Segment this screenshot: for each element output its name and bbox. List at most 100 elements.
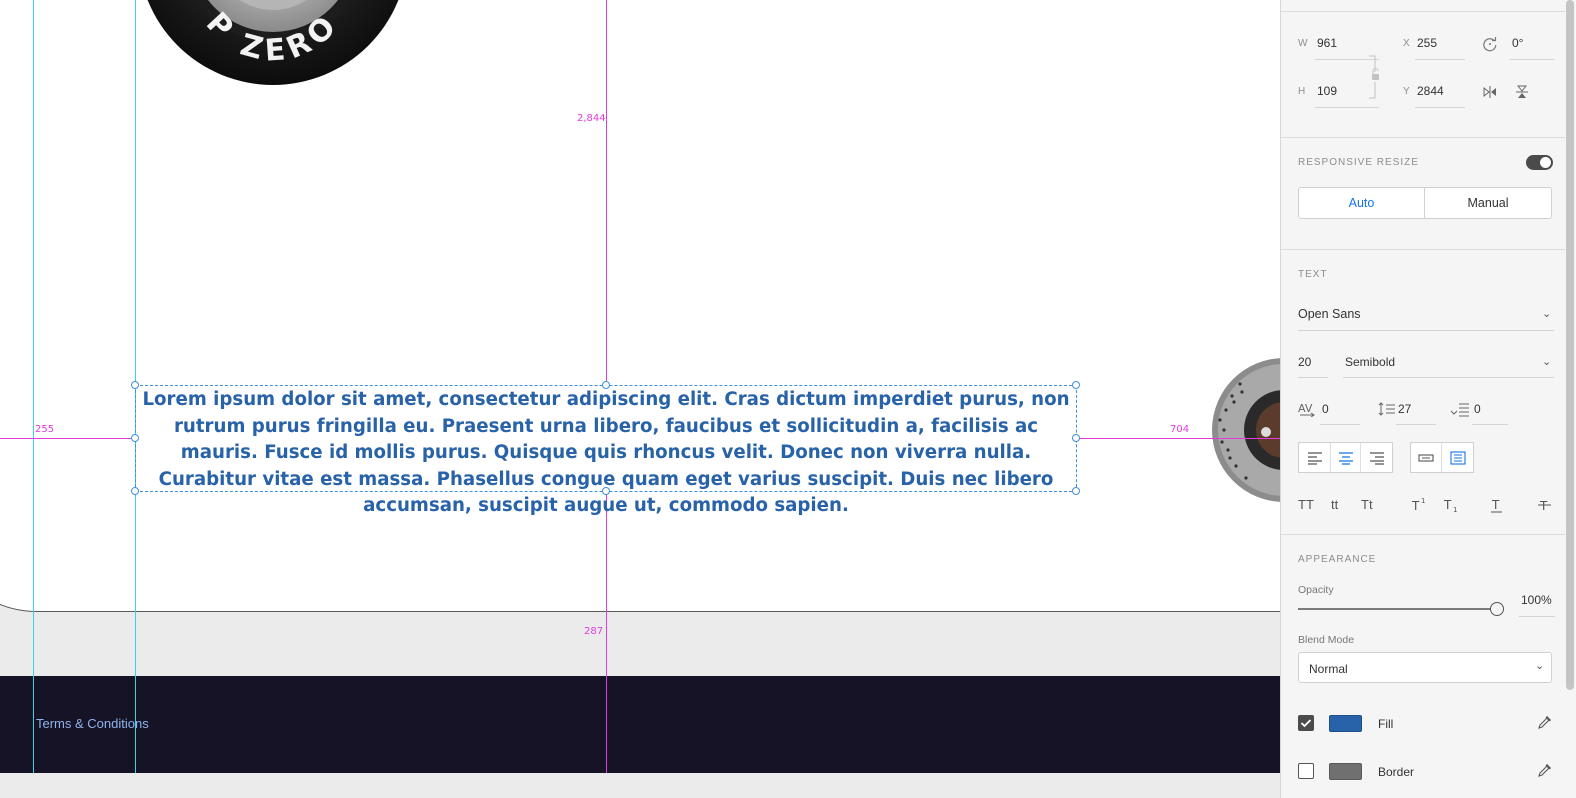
rotate-icon xyxy=(1483,37,1497,52)
selected-text-block[interactable]: Lorem ipsum dolor sit amet, consectetur … xyxy=(135,385,1077,516)
height-field[interactable]: 109 xyxy=(1317,84,1337,98)
resize-auto-button[interactable]: Auto xyxy=(1298,187,1425,219)
measure-label-left: 255 xyxy=(35,424,55,435)
resize-handle-nw[interactable] xyxy=(131,381,139,389)
checkmark-icon xyxy=(1300,719,1312,728)
y-label: Y xyxy=(1403,86,1410,97)
text-alignment-group xyxy=(1298,442,1393,473)
resize-handle-s[interactable] xyxy=(602,487,610,495)
y-field[interactable]: 2844 xyxy=(1417,84,1444,98)
toggle-knob xyxy=(1540,157,1551,168)
border-label: Border xyxy=(1378,765,1415,779)
fill-checkbox[interactable] xyxy=(1298,715,1314,731)
border-color-swatch[interactable] xyxy=(1329,763,1362,780)
line-spacing-icon xyxy=(1378,402,1395,416)
field-underline xyxy=(1510,59,1554,60)
paragraph-spacing-icon xyxy=(1450,403,1469,417)
opacity-slider-thumb[interactable] xyxy=(1490,602,1504,616)
field-underline xyxy=(1298,330,1554,331)
superscript-icon[interactable]: T1 xyxy=(1411,497,1427,513)
align-left-button[interactable] xyxy=(1299,443,1330,472)
chevron-down-icon: ⌄ xyxy=(1535,660,1545,672)
resize-handle-ne[interactable] xyxy=(1072,381,1080,389)
auto-width-icon xyxy=(1418,453,1434,462)
character-spacing-field[interactable]: 0 xyxy=(1322,402,1329,416)
measure-label-bottom: 287 xyxy=(584,626,604,637)
fixed-size-button[interactable] xyxy=(1442,443,1473,472)
opacity-slider-track[interactable] xyxy=(1298,608,1492,610)
text-area-type-group xyxy=(1410,442,1474,473)
x-field[interactable]: 255 xyxy=(1417,36,1437,50)
opacity-label: Opacity xyxy=(1298,584,1334,596)
flip-vertical-icon[interactable] xyxy=(1514,84,1530,100)
appearance-section-title: APPEARANCE xyxy=(1298,554,1377,565)
design-canvas[interactable]: P ZERO Terms & Conditions 2,844 255 704 … xyxy=(0,0,1280,798)
field-underline xyxy=(1343,377,1554,378)
resize-handle-e[interactable] xyxy=(1072,434,1080,442)
resize-handle-sw[interactable] xyxy=(131,487,139,495)
fill-label: Fill xyxy=(1378,717,1394,731)
panel-scrollbar[interactable] xyxy=(1566,0,1574,690)
underline-icon[interactable]: T xyxy=(1489,497,1505,513)
measure-line-top xyxy=(606,0,607,385)
auto-width-button[interactable] xyxy=(1411,443,1442,472)
artboard-card xyxy=(0,0,1280,612)
text-section-title: TEXT xyxy=(1298,269,1328,280)
svg-text:T: T xyxy=(1539,499,1548,513)
x-label: X xyxy=(1403,38,1410,49)
responsive-resize-toggle[interactable] xyxy=(1526,155,1553,170)
line-spacing-field[interactable]: 27 xyxy=(1398,402,1411,416)
fill-color-swatch[interactable] xyxy=(1329,715,1362,732)
svg-text:T: T xyxy=(1443,498,1452,512)
blend-mode-value: Normal xyxy=(1309,662,1348,676)
subscript-icon[interactable]: T1 xyxy=(1443,497,1459,513)
paragraph-spacing-field[interactable]: 0 xyxy=(1474,402,1481,416)
divider xyxy=(1281,11,1565,12)
resize-handle-n[interactable] xyxy=(602,381,610,389)
measure-label-top: 2,844 xyxy=(577,113,606,124)
measure-line-left xyxy=(0,438,135,439)
eyedropper-icon[interactable] xyxy=(1537,762,1553,778)
brake-rotor-image xyxy=(1212,358,1280,502)
chevron-down-icon[interactable]: ⌄ xyxy=(1542,355,1551,368)
lock-aspect-icon[interactable] xyxy=(1367,54,1381,100)
svg-text:AV: AV xyxy=(1298,402,1313,415)
field-underline xyxy=(1415,107,1465,108)
align-right-icon xyxy=(1369,451,1384,465)
field-underline xyxy=(1298,377,1328,378)
align-right-button[interactable] xyxy=(1361,443,1392,472)
field-underline xyxy=(1472,424,1508,425)
field-underline xyxy=(1320,424,1360,425)
tire-image: P ZERO xyxy=(147,0,399,85)
body-text[interactable]: Lorem ipsum dolor sit amet, consectetur … xyxy=(136,387,1076,520)
rotation-field[interactable]: 0° xyxy=(1512,36,1523,50)
align-center-icon xyxy=(1338,451,1353,465)
width-field[interactable]: 961 xyxy=(1317,36,1337,50)
blend-mode-dropdown[interactable]: Normal ⌄ xyxy=(1298,652,1552,683)
svg-text:T: T xyxy=(1411,499,1420,513)
font-family-dropdown[interactable]: Open Sans xyxy=(1298,307,1361,321)
character-spacing-icon: AV xyxy=(1298,402,1315,417)
strikethrough-icon[interactable]: T xyxy=(1537,497,1553,513)
font-weight-dropdown[interactable]: Semibold xyxy=(1345,355,1395,369)
eyedropper-icon[interactable] xyxy=(1537,714,1553,730)
width-label: W xyxy=(1298,38,1308,49)
uppercase-button[interactable]: TT xyxy=(1298,497,1314,512)
property-inspector: W 961 H 109 X 255 Y 2844 0° RESPONSIVE R… xyxy=(1280,0,1576,798)
field-underline xyxy=(1315,107,1379,108)
resize-manual-button[interactable]: Manual xyxy=(1424,187,1552,219)
guide-line xyxy=(33,0,34,773)
resize-handle-w[interactable] xyxy=(131,434,139,442)
svg-text:1: 1 xyxy=(1453,506,1457,513)
opacity-field[interactable]: 100% xyxy=(1521,593,1552,607)
align-center-button[interactable] xyxy=(1330,443,1361,472)
field-underline xyxy=(1396,424,1436,425)
flip-horizontal-icon[interactable] xyxy=(1482,84,1498,100)
lowercase-button[interactable]: tt xyxy=(1331,497,1338,512)
border-checkbox[interactable] xyxy=(1298,763,1314,779)
titlecase-button[interactable]: Tt xyxy=(1361,497,1373,512)
resize-handle-se[interactable] xyxy=(1072,487,1080,495)
terms-conditions-link[interactable]: Terms & Conditions xyxy=(36,716,149,731)
chevron-down-icon[interactable]: ⌄ xyxy=(1542,307,1551,320)
font-size-field[interactable]: 20 xyxy=(1298,355,1311,369)
